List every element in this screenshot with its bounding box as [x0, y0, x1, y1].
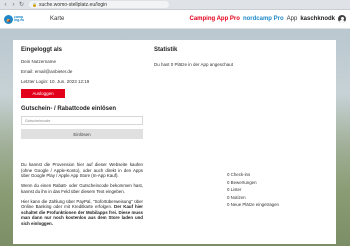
url-text: suche.womo-stellplatz.eu/login [38, 1, 108, 8]
logout-button[interactable]: Ausloggen [21, 89, 65, 98]
voucher-heading: Gutschein- / Rabattcode einlösen [21, 106, 117, 112]
email-text: Email: email@anbieter.de [21, 69, 73, 74]
info-paragraph-1: Du kannst die Provension hier auf dieser… [21, 162, 143, 178]
app-link[interactable]: App [287, 16, 298, 22]
stat-new-places: 0 Neue Plätze eingetragen [227, 202, 279, 208]
info-paragraph-2: Wenn du einen Rabatt- oder Gutscheincode… [21, 183, 143, 194]
stat-checkins: 0 Check-ins [227, 172, 251, 177]
reload-icon[interactable]: ↻ [19, 0, 24, 10]
purchase-info: Du kannst die Provension hier auf dieser… [21, 162, 143, 231]
stat-lists: 0 Lister [227, 187, 242, 193]
nav-link-map[interactable]: Karte [50, 16, 64, 22]
browser-toolbar: ‹ › ↻ 🔒 suche.womo-stellplatz.eu/login [0, 0, 350, 10]
redeem-button[interactable]: Einlösen [21, 129, 143, 139]
site-logo[interactable]: ⛺ camp ing.eu [4, 14, 30, 25]
lock-icon: 🔒 [32, 2, 37, 7]
statistics-column: Statistik Du hast 0 Plätze in der App an… [154, 47, 329, 242]
logo-mark-icon: ⛺ [4, 14, 13, 24]
info-paragraph-3: Hier kann die Zahlung über PayPal, "Sofo… [21, 199, 143, 227]
stat-notes: 0 Notizen [227, 194, 246, 200]
camping-app-pro-link[interactable]: Camping App Pro [189, 16, 239, 22]
username-link[interactable]: kaschknodk [300, 16, 335, 22]
back-icon[interactable]: ‹ [3, 0, 8, 10]
logged-in-heading: Eingeloggt als [21, 47, 63, 53]
viewed-places-text: Du hast 0 Plätze in der App angeschaut [154, 62, 234, 67]
address-bar[interactable]: 🔒 suche.womo-stellplatz.eu/login [29, 1, 169, 8]
statistics-list: 0 Check-ins 0 Bewertungen 0 Lister 0 Not… [227, 172, 279, 210]
site-header: ⛺ camp ing.eu Karte Camping App Pro nord… [0, 10, 350, 29]
statistics-heading: Statistik [154, 47, 178, 53]
voucher-input[interactable] [21, 116, 143, 125]
account-card: Eingeloggt als Dein Nutzername Email: em… [13, 40, 336, 244]
username-text: Dein Nutzername [21, 59, 57, 64]
header-nav: Camping App Pro nordcamp Pro App kaschkn… [189, 15, 346, 23]
forward-icon[interactable]: › [11, 0, 16, 10]
logo-text-line2: ing.eu [14, 18, 25, 22]
stat-reviews: 0 Bewertungen [227, 179, 257, 185]
user-avatar-icon[interactable] [338, 15, 346, 23]
last-login-text: Letzter Login: 10. Jun. 2023 12:19 [21, 79, 90, 84]
nordcamp-pro-link[interactable]: nordcamp Pro [243, 16, 284, 22]
account-column: Eingeloggt als Dein Nutzername Email: em… [21, 47, 143, 139]
